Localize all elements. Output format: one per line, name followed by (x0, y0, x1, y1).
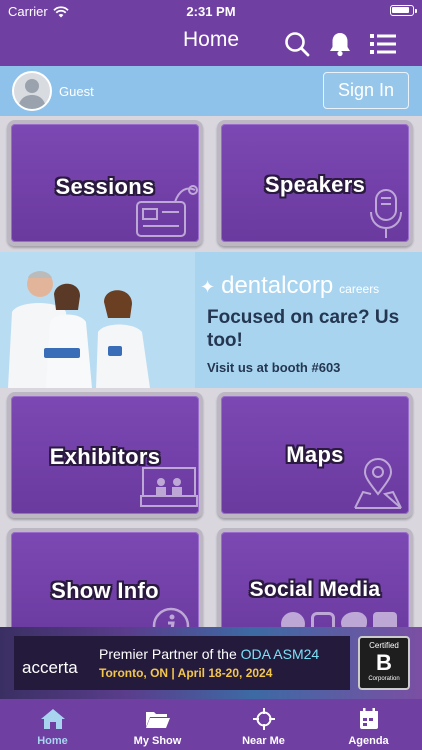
status-time: 2:31 PM (186, 4, 236, 19)
b-corp-badge: Certified B Corporation (358, 636, 410, 690)
dentalcorp-logo: ✦ dentalcorp careers (200, 272, 379, 300)
microphone-icon (370, 189, 402, 238)
battery-icon (390, 5, 417, 16)
calendar-icon (360, 708, 378, 729)
tile-speakers[interactable]: Speakers (217, 120, 413, 246)
tab-label: Near Me (242, 735, 285, 747)
sign-in-button[interactable]: Sign In (323, 72, 409, 109)
notifications-button[interactable] (326, 30, 354, 58)
tab-home[interactable]: Home (0, 699, 105, 750)
partner-ad-title-highlight: ODA ASM24 (240, 646, 320, 662)
folder-icon (146, 712, 170, 728)
tile-sessions[interactable]: Sessions (7, 120, 203, 246)
exhibitor-booth-icon (140, 467, 198, 507)
tab-label: Agenda (348, 735, 389, 747)
banner-booth: Visit us at booth #603 (207, 360, 341, 375)
user-silhouette-icon (18, 79, 46, 109)
home-icon (41, 709, 65, 729)
tile-label: Show Info (51, 578, 159, 603)
b-corp-bottom: Corporation (368, 676, 400, 682)
b-corp-letter: B (376, 650, 392, 675)
tab-near-me[interactable]: Near Me (211, 699, 316, 750)
avatar[interactable] (12, 71, 52, 111)
tab-label: Home (37, 735, 68, 747)
partner-ad-title-prefix: Premier Partner of the (99, 646, 241, 662)
search-button[interactable] (283, 30, 311, 58)
tab-agenda[interactable]: Agenda (316, 699, 421, 750)
sparkle-icon: ✦ (200, 277, 216, 297)
menu-button[interactable] (369, 30, 397, 58)
brand-sub: careers (339, 282, 380, 296)
user-name: Guest (59, 84, 94, 99)
b-corp-top: Certified (369, 641, 399, 650)
tab-bar: Home My Show Near Me Agenda (0, 699, 422, 750)
search-icon (285, 32, 310, 57)
map-pin-icon (354, 458, 402, 509)
banner-headline: Focused on care? Us too! (207, 307, 400, 351)
user-bar: Guest Sign In (0, 66, 422, 116)
tab-label: My Show (133, 735, 182, 747)
status-bar: Carrier 2:31 PM (0, 0, 422, 22)
page-title: Home (182, 28, 240, 51)
crosshair-icon (253, 708, 275, 730)
tile-maps[interactable]: Maps (217, 392, 413, 518)
bell-icon (330, 33, 350, 57)
brand-name: dentalcorp (221, 272, 334, 299)
list-menu-icon (370, 34, 396, 54)
staff-photo (0, 252, 195, 388)
tab-my-show[interactable]: My Show (105, 699, 210, 750)
partner-ad-subtitle: Toronto, ON | April 18-20, 2024 (99, 666, 273, 680)
top-bar: Carrier 2:31 PM Home (0, 0, 422, 66)
accerta-logo: accerta (22, 658, 78, 677)
tile-exhibitors[interactable]: Exhibitors (7, 392, 203, 518)
partner-ad-title: Premier Partner of the ODA ASM24 (99, 646, 319, 662)
id-badge-icon (136, 185, 198, 237)
tile-label: Social Media (249, 578, 381, 601)
